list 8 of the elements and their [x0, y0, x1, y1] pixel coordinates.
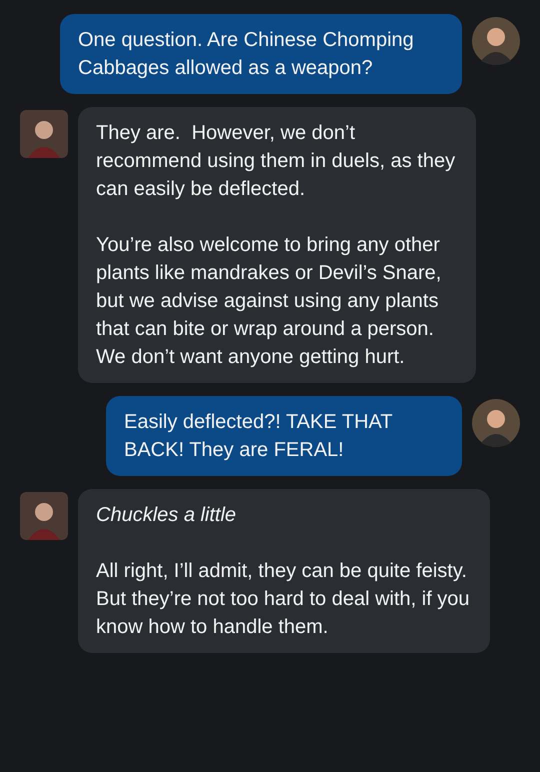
avatar — [472, 399, 520, 447]
message-text: They are. However, we don’t recommend using them in duels, as they can easily be deflected. — [96, 121, 456, 202]
message-text: All right, I’ll admit, they can be quite feisty. But they’re not too hard to deal with, if you know how to handle them. — [96, 559, 471, 640]
message-text: Easily deflected?! TAKE THAT BACK! They are FERAL! — [124, 410, 394, 463]
message-text: You’re also welcome to bring any other plants like mandrakes or Devil’s Snare, but we advise against using any plants that can bite or wrap around a person. We don’t want anyone getting hurt. — [96, 233, 442, 370]
message-text: One question. Are Chinese Chomping Cabbages allowed as a weapon? — [78, 28, 415, 81]
message-text: Chuckles a little — [96, 503, 238, 528]
avatar — [472, 17, 520, 65]
